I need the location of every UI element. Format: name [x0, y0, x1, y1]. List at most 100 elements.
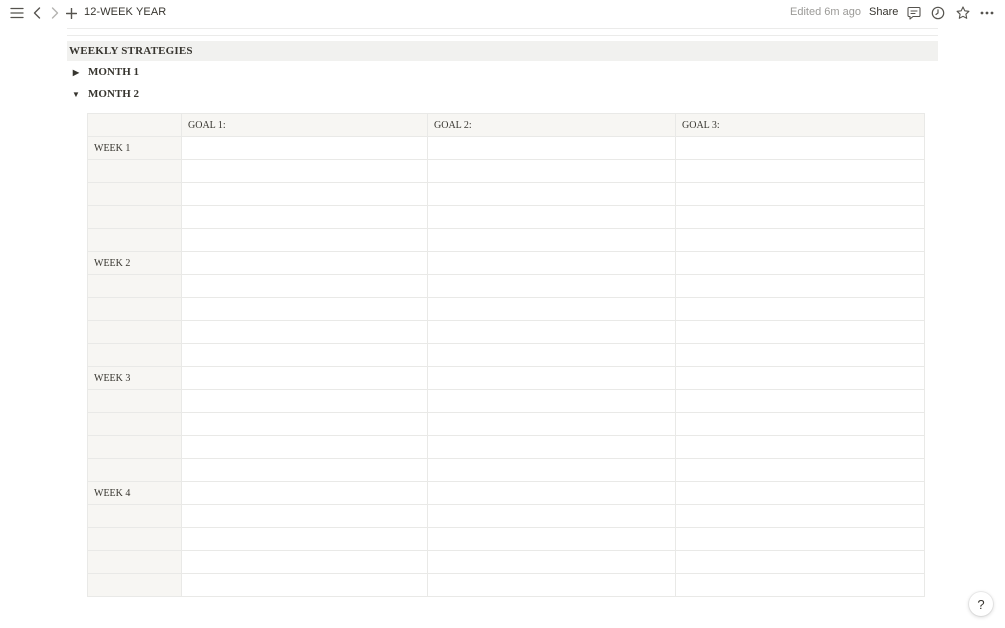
- goal-cell[interactable]: [181, 504, 428, 528]
- goal-cell[interactable]: [675, 297, 925, 321]
- week-cell[interactable]: [87, 159, 182, 183]
- goal-cell[interactable]: [181, 251, 428, 275]
- goal-cell[interactable]: [427, 412, 676, 436]
- goal-cell[interactable]: [427, 251, 676, 275]
- week-cell[interactable]: [87, 297, 182, 321]
- goal-cell[interactable]: [181, 228, 428, 252]
- header-cell-goal-3[interactable]: GOAL 3:: [675, 113, 925, 137]
- goal-cell[interactable]: [181, 389, 428, 413]
- week-cell[interactable]: [87, 458, 182, 482]
- goal-cell[interactable]: [675, 573, 925, 597]
- goal-cell[interactable]: [181, 366, 428, 390]
- goal-cell[interactable]: [675, 251, 925, 275]
- week-cell[interactable]: [87, 550, 182, 574]
- goal-cell[interactable]: [427, 435, 676, 459]
- week-label-cell[interactable]: WEEK 4: [87, 481, 182, 505]
- toggle-month-1[interactable]: ▶ MONTH 1: [70, 64, 139, 80]
- goal-cell[interactable]: [675, 136, 925, 160]
- goal-cell[interactable]: [675, 481, 925, 505]
- plus-icon[interactable]: [64, 5, 78, 21]
- goal-cell[interactable]: [427, 205, 676, 229]
- goal-cell[interactable]: [181, 481, 428, 505]
- goal-cell[interactable]: [675, 228, 925, 252]
- goal-cell[interactable]: [181, 182, 428, 206]
- week-label-cell[interactable]: WEEK 1: [87, 136, 182, 160]
- page-title[interactable]: 12-WEEK YEAR: [84, 6, 166, 18]
- goal-cell[interactable]: [181, 297, 428, 321]
- week-label-cell[interactable]: WEEK 3: [87, 366, 182, 390]
- toggle-month-2[interactable]: ▼ MONTH 2: [70, 86, 139, 102]
- goal-cell[interactable]: [181, 435, 428, 459]
- goal-cell[interactable]: [675, 458, 925, 482]
- goal-cell[interactable]: [427, 550, 676, 574]
- goal-cell[interactable]: [181, 527, 428, 551]
- goal-cell[interactable]: [675, 274, 925, 298]
- back-arrow-icon[interactable]: [30, 5, 44, 21]
- goal-cell[interactable]: [427, 366, 676, 390]
- goal-cell[interactable]: [427, 481, 676, 505]
- goal-cell[interactable]: [427, 573, 676, 597]
- goal-cell[interactable]: [427, 274, 676, 298]
- more-icon[interactable]: [979, 5, 995, 21]
- goal-cell[interactable]: [181, 320, 428, 344]
- goal-cell[interactable]: [427, 136, 676, 160]
- forward-arrow-icon[interactable]: [48, 5, 62, 21]
- goal-cell[interactable]: [675, 366, 925, 390]
- goal-cell[interactable]: [427, 343, 676, 367]
- goal-cell[interactable]: [427, 389, 676, 413]
- week-cell[interactable]: [87, 320, 182, 344]
- goal-cell[interactable]: [181, 573, 428, 597]
- week-cell[interactable]: [87, 343, 182, 367]
- table-row: [87, 343, 925, 367]
- goal-cell[interactable]: [427, 297, 676, 321]
- week-cell[interactable]: [87, 274, 182, 298]
- goal-cell[interactable]: [675, 343, 925, 367]
- goal-cell[interactable]: [675, 412, 925, 436]
- goal-cell[interactable]: [181, 274, 428, 298]
- week-cell[interactable]: [87, 412, 182, 436]
- goal-cell[interactable]: [427, 228, 676, 252]
- week-cell[interactable]: [87, 228, 182, 252]
- comment-icon[interactable]: [906, 5, 922, 21]
- week-cell[interactable]: [87, 573, 182, 597]
- goal-cell[interactable]: [181, 136, 428, 160]
- header-cell-goal-1[interactable]: GOAL 1:: [181, 113, 428, 137]
- goal-cell[interactable]: [675, 550, 925, 574]
- goal-cell[interactable]: [675, 527, 925, 551]
- week-cell[interactable]: [87, 389, 182, 413]
- goal-cell[interactable]: [675, 389, 925, 413]
- goal-cell[interactable]: [675, 182, 925, 206]
- week-cell[interactable]: [87, 527, 182, 551]
- goal-cell[interactable]: [181, 458, 428, 482]
- header-cell-goal-2[interactable]: GOAL 2:: [427, 113, 676, 137]
- week-label-cell[interactable]: WEEK 2: [87, 251, 182, 275]
- goal-cell[interactable]: [427, 458, 676, 482]
- week-cell[interactable]: [87, 182, 182, 206]
- week-cell[interactable]: [87, 435, 182, 459]
- help-button[interactable]: ?: [969, 592, 993, 616]
- goal-cell[interactable]: [427, 527, 676, 551]
- goal-cell[interactable]: [427, 159, 676, 183]
- menu-icon[interactable]: [9, 5, 25, 21]
- star-icon[interactable]: [955, 5, 971, 21]
- toggle-down-icon[interactable]: ▼: [70, 90, 82, 99]
- week-cell[interactable]: [87, 504, 182, 528]
- header-cell-blank[interactable]: [87, 113, 182, 137]
- share-button[interactable]: Share: [869, 6, 898, 18]
- goal-cell[interactable]: [427, 504, 676, 528]
- goal-cell[interactable]: [181, 550, 428, 574]
- toggle-right-icon[interactable]: ▶: [70, 68, 82, 77]
- clock-icon[interactable]: [930, 5, 946, 21]
- goal-cell[interactable]: [675, 320, 925, 344]
- goal-cell[interactable]: [675, 159, 925, 183]
- goal-cell[interactable]: [181, 343, 428, 367]
- week-cell[interactable]: [87, 205, 182, 229]
- goal-cell[interactable]: [427, 320, 676, 344]
- goal-cell[interactable]: [675, 435, 925, 459]
- goal-cell[interactable]: [181, 205, 428, 229]
- goal-cell[interactable]: [675, 205, 925, 229]
- goal-cell[interactable]: [427, 182, 676, 206]
- goal-cell[interactable]: [181, 159, 428, 183]
- goal-cell[interactable]: [181, 412, 428, 436]
- goal-cell[interactable]: [675, 504, 925, 528]
